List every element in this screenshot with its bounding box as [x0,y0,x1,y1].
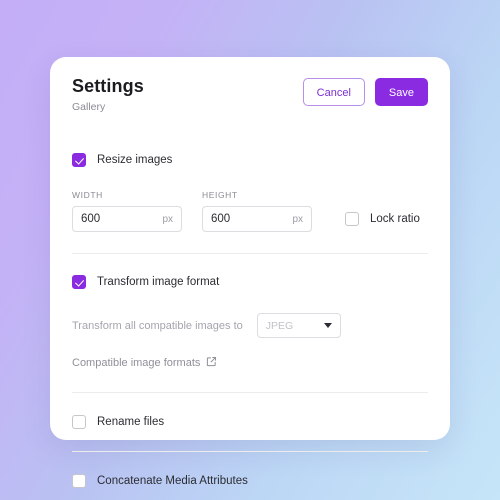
concatenate-media-attributes-checkbox[interactable] [72,474,86,488]
concatenate-media-attributes-label: Concatenate Media Attributes [97,475,248,487]
height-input[interactable]: 600 px [202,206,312,232]
format-select-value: JPEG [265,319,294,332]
width-value[interactable]: 600 [81,213,162,225]
save-button[interactable]: Save [374,78,428,106]
cancel-button[interactable]: Cancel [302,78,365,106]
card-body: Resize images WIDTH 600 px HEIGHT 600 px [50,122,450,492]
width-field: WIDTH 600 px [72,190,182,232]
divider-after-transform [72,392,428,393]
header-titles: Settings Gallery [72,76,144,113]
page-title: Settings [72,76,144,96]
width-label: WIDTH [72,190,103,200]
resize-images-row[interactable]: Resize images [72,149,428,171]
width-unit: px [162,213,173,225]
height-field: HEIGHT 600 px [202,190,312,232]
transform-format-row[interactable]: Transform image format [72,271,428,293]
divider-after-resize [72,253,428,254]
resize-images-checkbox[interactable] [72,153,86,167]
lock-ratio-label: Lock ratio [370,213,420,225]
compatible-formats-link[interactable]: Compatible image formats [72,354,428,372]
format-select-caption: Transform all compatible images to [72,319,243,332]
size-fields: WIDTH 600 px HEIGHT 600 px Lock ratio [72,190,428,232]
transform-format-label: Transform image format [97,276,220,288]
height-value[interactable]: 600 [211,213,292,225]
width-input[interactable]: 600 px [72,206,182,232]
rename-files-row[interactable]: Rename files [72,411,428,433]
divider-after-rename [72,451,428,452]
resize-images-label: Resize images [97,154,173,166]
compatible-formats-label: Compatible image formats [72,356,201,369]
rename-files-checkbox[interactable] [72,415,86,429]
app-background: Settings Gallery Cancel Save Resize imag… [0,0,500,500]
lock-ratio-checkbox[interactable] [345,212,359,226]
external-link-icon [206,354,217,372]
format-select[interactable]: JPEG [256,313,341,338]
height-label: HEIGHT [202,190,238,200]
height-unit: px [292,213,303,225]
concatenate-media-attributes-row[interactable]: Concatenate Media Attributes [72,470,428,492]
chevron-down-icon [323,323,332,328]
card-header: Settings Gallery Cancel Save [50,57,450,122]
header-actions: Cancel Save [302,78,428,106]
lock-ratio-row[interactable]: Lock ratio [345,206,420,232]
format-select-row: Transform all compatible images to JPEG [72,313,428,338]
settings-card: Settings Gallery Cancel Save Resize imag… [50,57,450,488]
page-subtitle: Gallery [72,101,106,113]
rename-files-label: Rename files [97,416,165,428]
transform-format-checkbox[interactable] [72,275,86,289]
